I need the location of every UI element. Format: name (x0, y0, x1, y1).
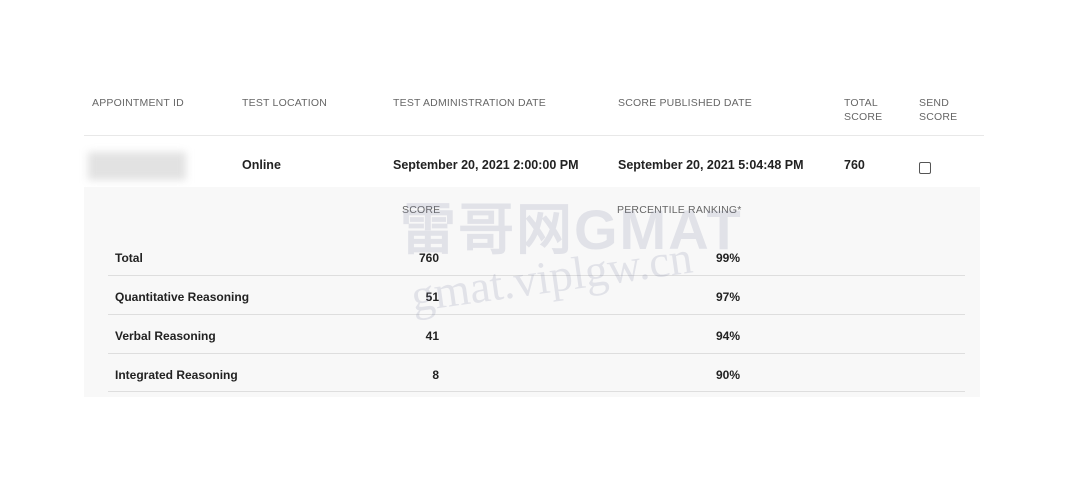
details-percentile-header: PERCENTILE RANKING* (617, 204, 742, 216)
header-appointment-id: APPOINTMENT ID (92, 97, 184, 109)
row-divider (108, 275, 965, 276)
header-total-score: TOTAL SCORE (844, 97, 883, 123)
test-location: Online (242, 158, 281, 172)
row-score-total: 760 (418, 251, 439, 265)
row-percentile-total: 99% (715, 251, 740, 265)
header-score-published-date: SCORE PUBLISHED DATE (618, 97, 752, 109)
header-send-score: SEND SCORE (919, 97, 958, 123)
row-divider (108, 391, 965, 392)
header-test-location: TEST LOCATION (242, 97, 328, 109)
row-score-verbal: 41 (425, 329, 439, 343)
send-score-checkbox[interactable] (919, 162, 931, 174)
row-percentile-ir: 90% (715, 368, 740, 382)
row-score-quant: 51 (425, 290, 439, 304)
row-percentile-verbal: 94% (715, 329, 740, 343)
row-divider (108, 353, 965, 354)
row-percentile-quant: 97% (715, 290, 740, 304)
row-label-ir: Integrated Reasoning (115, 368, 238, 382)
header-divider (84, 135, 984, 136)
row-divider (108, 314, 965, 315)
row-label-total: Total (115, 251, 143, 265)
row-label-quant: Quantitative Reasoning (115, 290, 250, 304)
row-score-ir: 8 (432, 368, 439, 382)
total-score: 760 (844, 158, 865, 172)
header-test-administration-date: TEST ADMINISTRATION DATE (393, 97, 546, 109)
appointment-id-redacted (88, 152, 186, 180)
row-label-verbal: Verbal Reasoning (115, 329, 216, 343)
details-score-header: SCORE (402, 204, 441, 216)
score-published-date: September 20, 2021 5:04:48 PM (618, 158, 804, 172)
test-administration-date: September 20, 2021 2:00:00 PM (393, 158, 579, 172)
